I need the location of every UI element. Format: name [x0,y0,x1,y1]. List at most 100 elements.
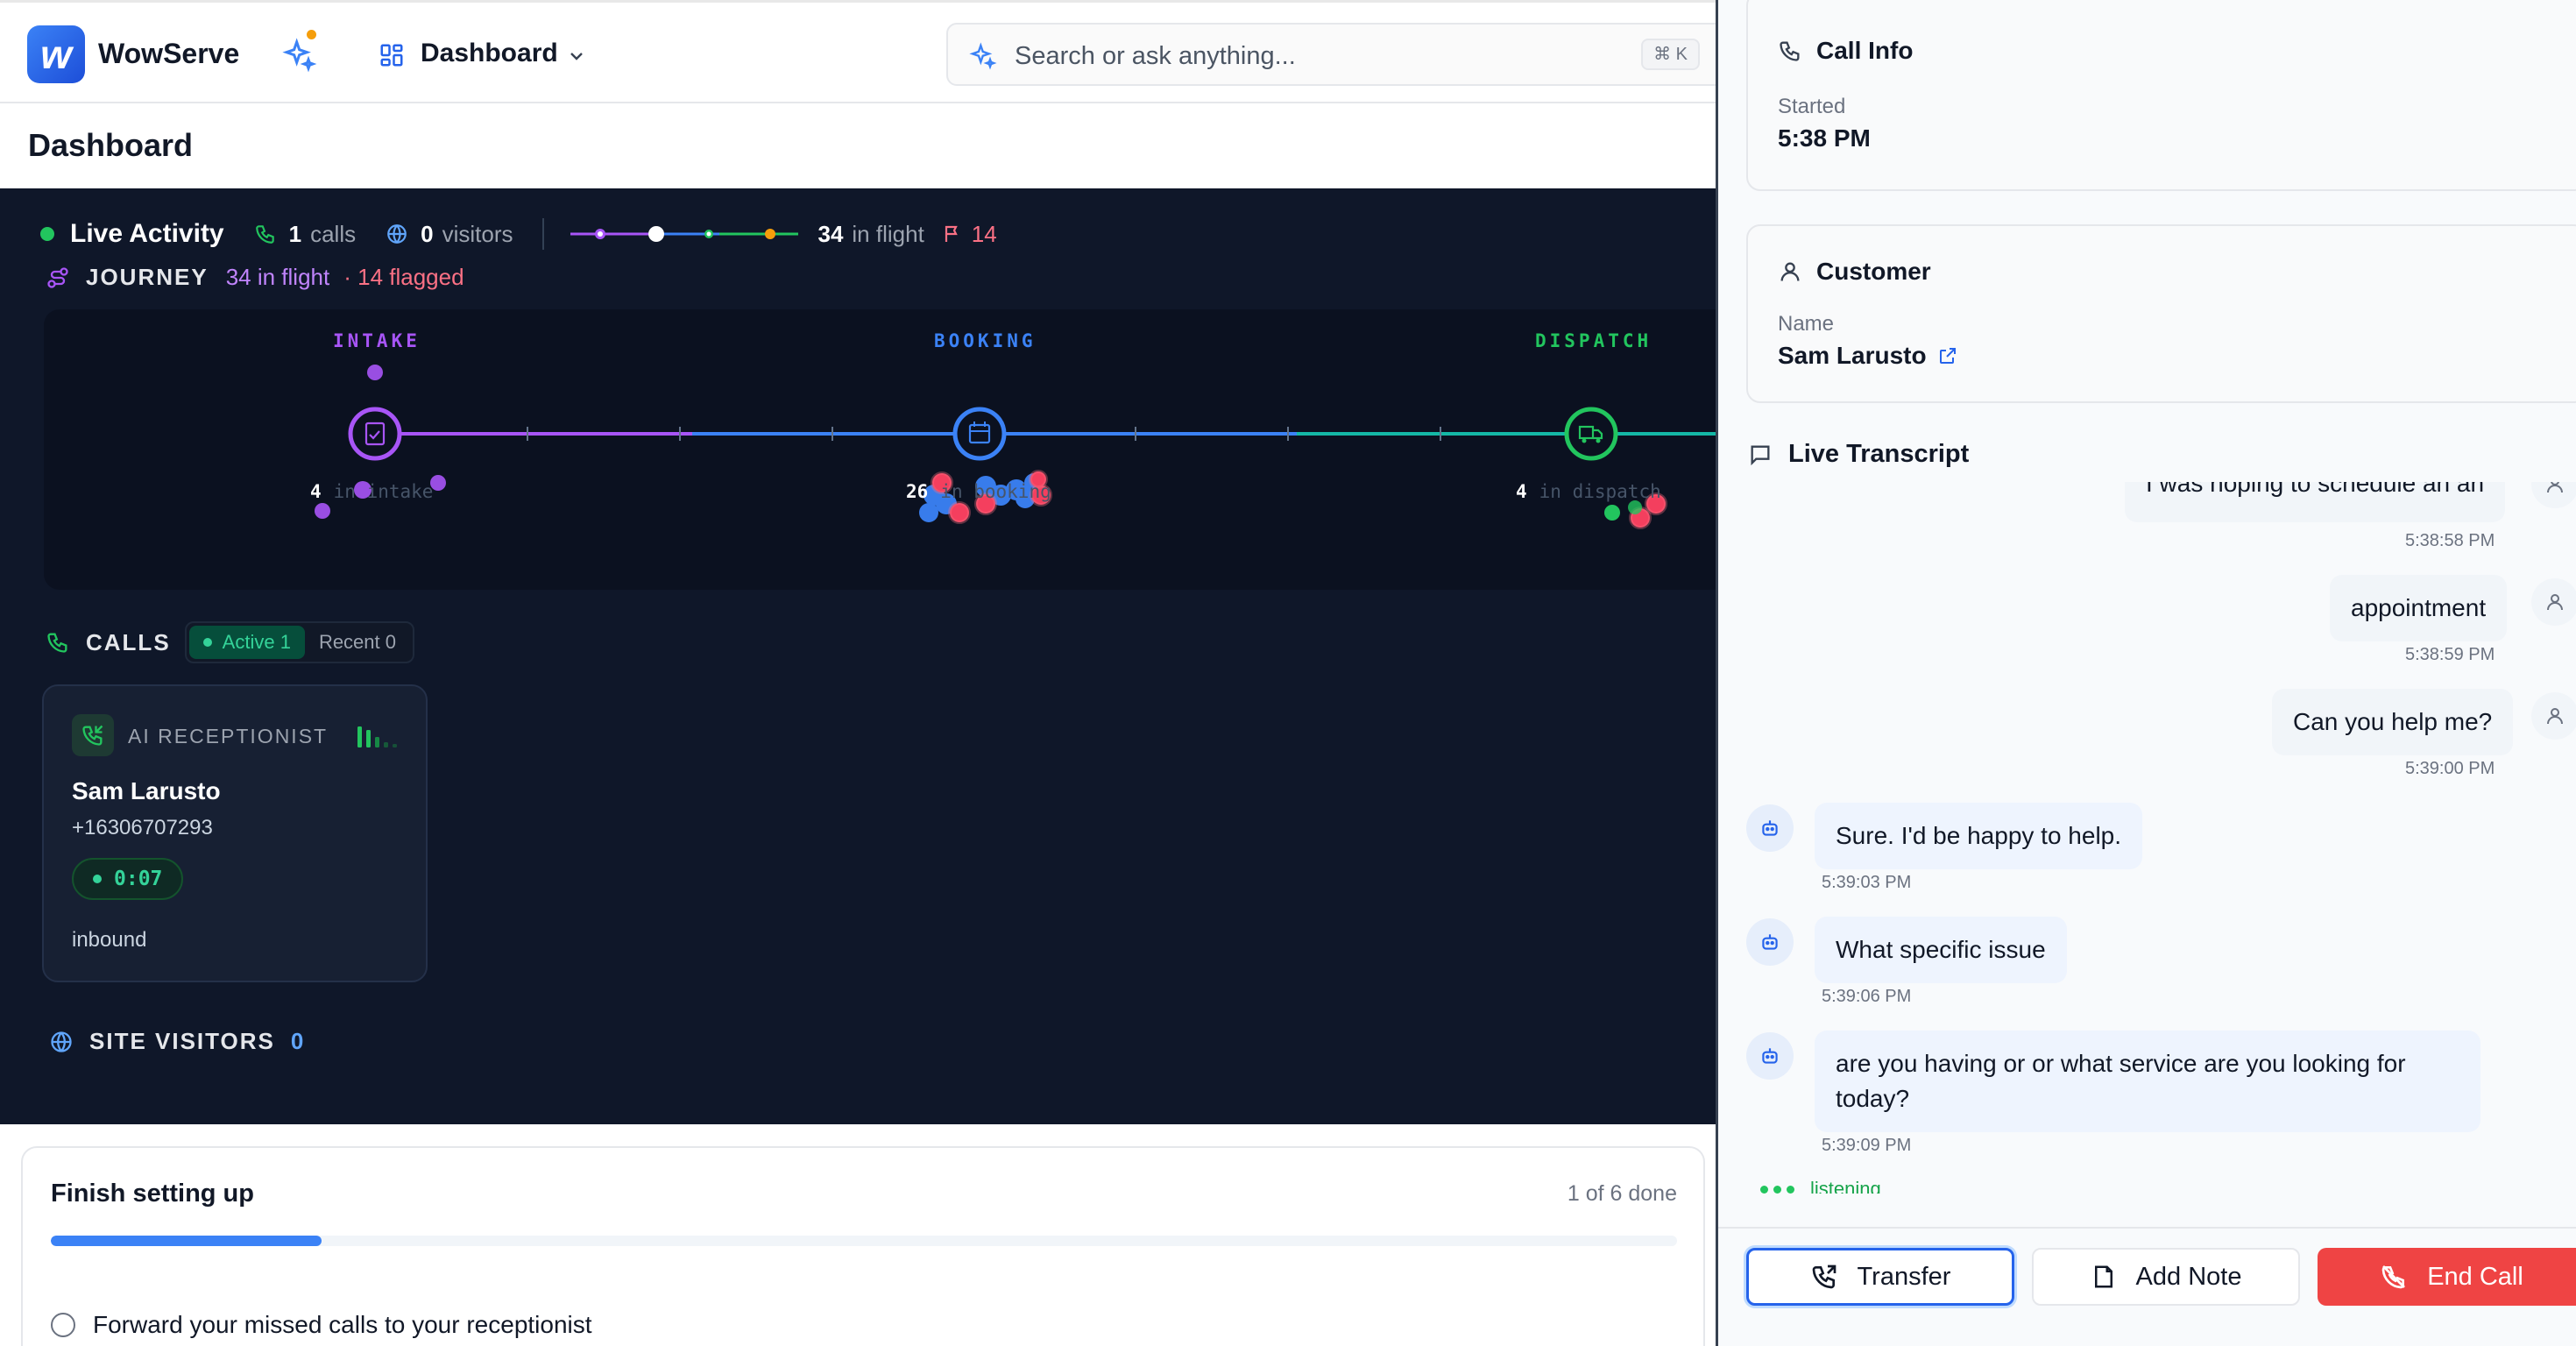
message-time: 5:39:00 PM [2405,759,2495,778]
stage-label-dispatch: DISPATCH [1535,330,1652,351]
transfer-button[interactable]: Transfer [1746,1248,2014,1306]
message-time: 5:38:58 PM [2405,531,2495,550]
calls-title: CALLS [86,628,171,655]
flagged-stat: 14 [942,221,997,248]
search-placeholder[interactable]: Search or ask anything... [1015,42,1296,71]
message-user: appointment [2330,575,2508,641]
nav-dashboard-selector[interactable]: Dashboard [421,39,558,68]
stage-node-intake[interactable] [348,407,402,461]
visitors-label: visitors [442,220,513,247]
live-transcript-header: Live Transcript [1748,440,1969,469]
message-time: 5:39:09 PM [1822,1136,1912,1155]
audio-level-icon [357,726,397,747]
journey-header: JOURNEY 34 in flight · 14 flagged [46,264,464,291]
started-value: 5:38 PM [1778,124,1871,152]
end-call-button[interactable]: End Call [2318,1248,2576,1306]
setup-checklist-card: Finish setting up 1 of 6 done Forward yo… [21,1146,1705,1346]
setup-title: Finish setting up [51,1180,254,1208]
caller-name: Sam Larusto [72,777,221,804]
stage-node-booking[interactable] [952,407,1007,461]
call-actions-bar: Transfer Add Note End Call [1718,1227,2576,1346]
phone-off-icon [2381,1265,2406,1289]
chat-bubble-icon [1751,445,1770,465]
phone-icon [1780,41,1800,61]
setup-task-item[interactable]: Forward your missed calls to your recept… [51,1311,592,1339]
user-avatar-icon [2531,482,2576,508]
stage-count-intake: 4 in intake [310,481,434,502]
header-divider [542,218,545,250]
journey-track-svg [315,365,1716,529]
search-bar[interactable]: Search or ask anything... ⌘ K [946,23,1716,86]
brand-logo[interactable]: w [27,25,85,83]
customer-name-label: Name [1778,312,1835,336]
top-bar: w WowServe Dashboard Search or ask anyth… [0,0,1716,103]
phone-icon [255,225,274,244]
globe-icon [51,1031,72,1052]
call-timer: 0:07 [72,858,184,900]
call-agent-role: AI RECEPTIONIST [128,725,329,747]
site-visitors-title: SITE VISITORS [89,1028,275,1054]
site-visitors-header: SITE VISITORS 0 [49,1028,303,1055]
bot-avatar-icon [1746,804,1794,852]
chevron-down-icon[interactable] [566,46,587,67]
dashboard-grid-icon [380,44,403,67]
main-area: w WowServe Dashboard Search or ask anyth… [0,0,1716,1346]
calls-stat: 1 calls [254,221,356,248]
flag-icon [945,225,958,242]
external-link-icon[interactable] [1937,345,1958,366]
journey-route-icon [47,266,68,288]
tab-recent-calls[interactable]: Recent 0 [305,626,410,659]
incoming-call-icon [72,714,114,756]
phone-icon [47,633,67,653]
calls-count: 1 [288,220,302,247]
mini-journey-track [570,226,799,242]
user-icon [1780,262,1800,281]
stage-label-intake: INTAKE [333,330,421,351]
transcript-list[interactable]: I was hoping to schedule an an 5:38:58 P… [1718,482,2576,1194]
setup-progress-text: 1 of 6 done [1567,1181,1677,1206]
customer-name-link[interactable]: Sam Larusto [1778,342,1958,370]
live-activity-title: Live Activity [70,219,224,248]
stage-node-dispatch[interactable] [1564,407,1618,461]
stage-label-booking: BOOKING [934,330,1037,351]
setup-progress-bar [51,1236,1677,1246]
tab-active-calls[interactable]: Active 1 [188,626,305,659]
visitors-count: 0 [421,220,434,247]
call-info-header: Call Info [1778,37,1913,65]
ai-sparkle-icon[interactable] [282,38,317,73]
ai-search-icon [969,42,997,70]
journey-title: JOURNEY [86,264,209,290]
journey-flagged: · 14 flagged [343,264,464,290]
task-checkbox[interactable] [51,1313,75,1337]
calls-tabs: Active 1 Recent 0 [184,621,414,663]
notification-dot [307,30,316,39]
site-visitors-count: 0 [290,1028,304,1054]
bot-avatar-icon [1746,918,1794,966]
user-avatar-icon [2531,692,2576,740]
add-note-button[interactable]: Add Note [2032,1248,2300,1306]
globe-icon [387,224,407,244]
message-time: 5:39:06 PM [1822,987,1912,1006]
page-title: Dashboard [28,127,194,163]
customer-header: Customer [1778,258,1931,286]
message-ai: What specific issue [1815,917,2067,983]
customer-card: Customer Name Sam Larusto [1746,224,2576,403]
visitors-stat: 0 visitors [386,221,513,248]
live-indicator [40,227,54,241]
listening-indicator: listening [1760,1178,1881,1194]
message-user: Can you help me? [2272,689,2514,755]
call-info-card: Call Info Started 5:38 PM [1746,0,2576,191]
message-ai: are you having or or what service are yo… [1815,1031,2480,1132]
live-activity-section: Live Activity 1 calls 0 visitors 34 in f… [0,188,1716,1124]
in-flight-stat: 34 in flight [817,220,924,247]
stage-count-booking: 26 in booking [906,481,1051,502]
user-avatar-icon [2531,578,2576,626]
setup-progress-fill [51,1236,322,1246]
caller-phone: +16306707293 [72,816,213,839]
active-call-card[interactable]: AI RECEPTIONIST Sam Larusto +16306707293… [42,684,428,982]
message-user: I was hoping to schedule an an [2125,482,2506,522]
call-direction: inbound [72,928,147,952]
search-shortcut-badge: ⌘ K [1641,39,1700,70]
journey-visualization: INTAKE BOOKING DISPATCH 4 in intake 26 in … [44,309,1716,590]
message-time: 5:39:03 PM [1822,873,1912,892]
